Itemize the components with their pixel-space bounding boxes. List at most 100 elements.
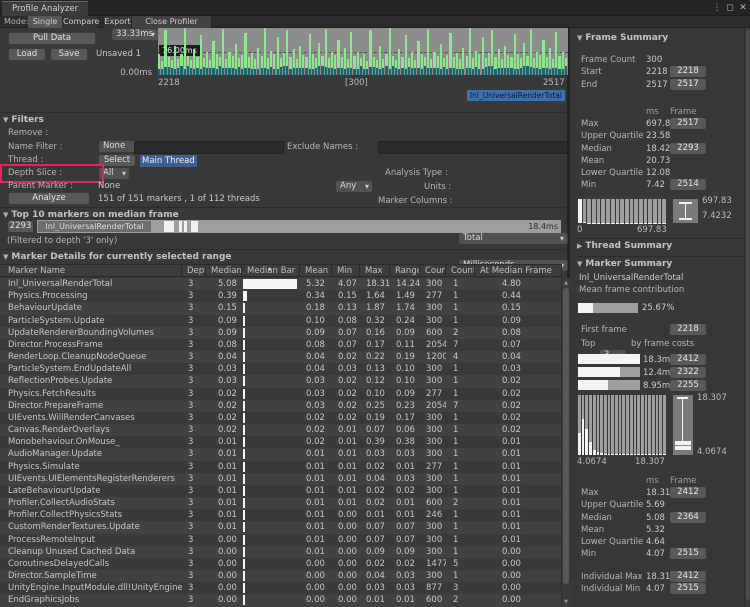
table-row[interactable]: Profiler.CollectAudioStats30.010.010.010… <box>0 497 562 509</box>
table-row[interactable]: UIEvents.WillRenderCanvases30.020.020.02… <box>0 412 562 424</box>
frame-band-bar <box>305 68 307 76</box>
frame-jump-button[interactable]: 2517 <box>670 79 706 90</box>
window-close-icon[interactable]: ✕ <box>736 0 750 16</box>
frame-scale-dropdown[interactable]: 33.33ms <box>111 28 159 41</box>
col-range[interactable]: Range <box>390 265 420 276</box>
name-filter-input[interactable] <box>134 141 284 154</box>
frame-jump-button[interactable]: 2255 <box>670 380 706 391</box>
left-panel: Pull Data Load Save Unsaved 1 33.33ms 16… <box>0 28 570 607</box>
table-row[interactable]: AudioManager.Update30.010.010.010.030.03… <box>0 448 562 460</box>
table-row[interactable]: CustomRenderTextures.Update30.010.010.00… <box>0 521 562 533</box>
table-row[interactable]: ReflectionProbes.Update30.030.030.020.12… <box>0 375 562 387</box>
table-row[interactable]: Physics.Simulate30.010.010.010.020.01277… <box>0 461 562 473</box>
frame-jump-button[interactable]: 2293 <box>670 143 706 154</box>
table-row[interactable]: LateBehaviourUpdate30.010.010.010.020.02… <box>0 485 562 497</box>
top10-frame-button[interactable]: 2293 <box>7 220 34 233</box>
frame-jump-button[interactable]: 2517 <box>670 118 706 129</box>
cell: 0.06 <box>390 424 420 436</box>
col-median-bar[interactable]: ▴Median Bar <box>242 265 300 276</box>
save-button[interactable]: Save <box>50 48 88 61</box>
table-row[interactable]: CoroutinesDelayedCalls30.000.000.000.020… <box>0 558 562 570</box>
filters-header[interactable]: ▼Filters <box>3 115 44 125</box>
frame-jump-button[interactable]: 2218 <box>670 66 706 77</box>
table-row[interactable]: Director.SampleTime30.000.000.000.040.03… <box>0 570 562 582</box>
table-row[interactable]: Monobehaviour.OnMouse_30.010.020.010.390… <box>0 436 562 448</box>
analyze-button[interactable]: Analyze <box>8 192 90 205</box>
histogram-bar <box>645 454 648 455</box>
table-row[interactable]: Cleanup Unused Cached Data30.000.010.000… <box>0 546 562 558</box>
top10-marker-segment[interactable]: Inl_UniversalRenderTotal <box>38 221 151 232</box>
frame-band-bar <box>168 67 170 75</box>
col-depth[interactable]: Depth <box>182 265 206 276</box>
window-maximize-icon[interactable]: ◻ <box>723 0 737 16</box>
right-scrollbar-thumb[interactable] <box>746 30 750 600</box>
frame-jump-button[interactable]: 2322 <box>670 367 706 378</box>
frame-jump-button[interactable]: 2364 <box>670 512 706 523</box>
top10-marker-bar[interactable]: Inl_UniversalRenderTotal 18.4ms <box>37 220 561 233</box>
frame-band-bar <box>405 69 407 75</box>
col-marker-name[interactable]: Marker Name <box>0 265 182 276</box>
thread-summary-header[interactable]: ▶Thread Summary <box>577 241 672 251</box>
first-frame-button[interactable]: 2218 <box>670 324 706 335</box>
frame-jump-button[interactable]: 2412 <box>670 354 706 365</box>
frame-band-bar <box>241 69 243 76</box>
exclude-names-input[interactable] <box>378 141 568 154</box>
table-scrollbar-thumb[interactable] <box>563 288 569 584</box>
mode-compare-button[interactable]: Compare <box>63 16 98 28</box>
table-row[interactable]: UIEvents.UIElementsRegisterRenderers30.0… <box>0 473 562 485</box>
frame-summary-header[interactable]: ▼Frame Summary <box>577 33 668 43</box>
table-row[interactable]: Profiler.CollectPhysicsStats30.010.010.0… <box>0 509 562 521</box>
frame-time-chart[interactable]: 16.00ms <box>158 28 568 75</box>
stat-row: Lower Quartile12.08 <box>573 167 743 179</box>
top10-header[interactable]: ▼Top 10 markers on median frame <box>3 210 179 220</box>
top-frame-bar <box>578 367 640 377</box>
col-median[interactable]: Median <box>206 265 242 276</box>
frame-jump-button[interactable]: 2412 <box>670 487 706 498</box>
frame-jump-button[interactable]: 2514 <box>670 179 706 190</box>
thread-select-button[interactable]: Select <box>98 154 136 167</box>
marker-summary-header[interactable]: ▼Marker Summary <box>577 259 672 269</box>
exclude-mode-dropdown[interactable]: Any <box>335 180 373 193</box>
table-row[interactable]: Physics.Processing30.390.340.151.641.492… <box>0 290 562 302</box>
table-scrollbar[interactable]: ▲ ▼ <box>561 278 570 607</box>
col-mean[interactable]: Mean <box>300 265 332 276</box>
close-profiler-window-button[interactable]: Close Profiler Window <box>132 16 212 28</box>
frame-jump-button[interactable]: 2515 <box>670 583 706 594</box>
tab-profile-analyzer[interactable]: Profile Analyzer <box>2 1 88 16</box>
table-row[interactable]: Director.ProcessFrame30.080.080.070.170.… <box>0 339 562 351</box>
table-row[interactable]: UnityEngine.InputModule.dll!UnityEngineI… <box>0 582 562 594</box>
table-row[interactable]: Inl_UniversalRenderTotal35.085.324.0718.… <box>0 278 562 290</box>
table-row[interactable]: Canvas.RenderOverlays30.020.020.010.070.… <box>0 424 562 436</box>
table-row[interactable]: ParticleSystem.Update30.090.100.080.320.… <box>0 315 562 327</box>
analysis-type-dropdown[interactable]: Total <box>458 232 568 245</box>
marker-details-header[interactable]: ▼Marker Details for currently selected r… <box>3 252 232 262</box>
scroll-up-icon[interactable]: ▲ <box>562 280 570 286</box>
table-row[interactable]: UpdateRendererBoundingVolumes30.090.090.… <box>0 327 562 339</box>
load-button[interactable]: Load <box>8 48 46 61</box>
mode-single-button[interactable]: Single <box>28 16 63 28</box>
table-row[interactable]: ParticleSystem.EndUpdateAll30.030.040.03… <box>0 363 562 375</box>
foldout-open-icon: ▼ <box>577 260 582 268</box>
pull-data-button[interactable]: Pull Data <box>8 32 96 45</box>
frame-jump-button[interactable]: 2412 <box>670 571 706 582</box>
col-at-median-frame[interactable]: At Median Frame <box>475 265 562 276</box>
table-row[interactable]: ProcessRemoteInput30.000.010.000.070.073… <box>0 534 562 546</box>
table-row[interactable]: RenderLoop.CleanupNodeQueue30.040.040.02… <box>0 351 562 363</box>
table-row[interactable]: Physics.FetchResults30.020.030.020.100.0… <box>0 388 562 400</box>
scroll-down-icon[interactable]: ▼ <box>562 599 570 605</box>
name-filter-mode-dropdown[interactable]: All <box>98 167 130 180</box>
col-count[interactable]: Count <box>420 265 446 276</box>
right-panel-scrollbar[interactable] <box>744 28 750 607</box>
col-count-frame[interactable]: Count Frame <box>446 265 475 276</box>
export-button[interactable]: Export <box>104 16 132 28</box>
window-menu-icon[interactable]: ⋮ <box>710 0 724 16</box>
median-bar <box>243 413 245 423</box>
col-max[interactable]: Max <box>360 265 390 276</box>
table-row[interactable]: BehaviourUpdate30.150.180.131.871.743001… <box>0 302 562 314</box>
table-row[interactable]: EndGraphicsJobs30.000.000.000.010.016002… <box>0 594 562 606</box>
cell: 0.01 <box>390 509 420 521</box>
table-row[interactable]: Director.PrepareFrame30.020.030.020.250.… <box>0 400 562 412</box>
col-min[interactable]: Min <box>332 265 360 276</box>
frame-jump-button[interactable]: 2515 <box>670 548 706 559</box>
selected-marker-badge[interactable]: Inl_UniversalRenderTotal <box>467 90 565 101</box>
